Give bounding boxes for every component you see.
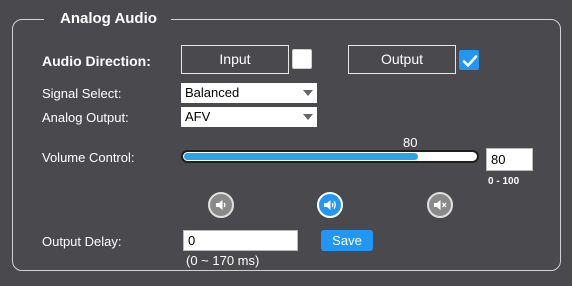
volume-up-button[interactable] <box>317 192 343 218</box>
signal-select-value: Balanced <box>185 85 240 100</box>
chevron-down-icon <box>303 114 313 120</box>
audio-direction-label: Audio Direction: <box>42 53 151 69</box>
volume-slider-fill <box>184 153 418 160</box>
chevron-down-icon <box>303 90 313 96</box>
save-button[interactable]: Save <box>321 230 373 251</box>
volume-range-hint: 0 - 100 <box>488 176 520 187</box>
analog-output-label: Analog Output: <box>42 110 129 125</box>
volume-slider-value-label: 80 <box>403 135 418 150</box>
checkmark-icon <box>462 55 478 67</box>
volume-slider[interactable] <box>181 150 479 163</box>
volume-down-button[interactable] <box>208 192 234 218</box>
output-button[interactable]: Output <box>348 45 456 74</box>
analog-output-dropdown[interactable]: AFV <box>181 107 317 127</box>
panel-title: Analog Audio <box>44 10 171 28</box>
volume-mute-icon <box>434 200 447 210</box>
volume-mute-button[interactable] <box>427 192 453 218</box>
output-delay-input[interactable]: 0 <box>183 230 298 251</box>
output-delay-range-hint: (0 ~ 170 ms) <box>186 253 260 268</box>
volume-input[interactable]: 80 <box>486 148 533 171</box>
volume-down-icon <box>216 200 226 210</box>
signal-select-dropdown[interactable]: Balanced <box>181 83 317 103</box>
volume-control-label: Volume Control: <box>42 150 135 165</box>
input-button[interactable]: Input <box>181 45 289 74</box>
output-delay-label: Output Delay: <box>42 234 122 249</box>
signal-select-label: Signal Select: <box>42 86 122 101</box>
input-checkbox[interactable] <box>292 49 312 69</box>
output-checkbox[interactable] <box>459 50 479 70</box>
analog-output-value: AFV <box>185 109 211 124</box>
volume-up-icon <box>324 200 336 210</box>
